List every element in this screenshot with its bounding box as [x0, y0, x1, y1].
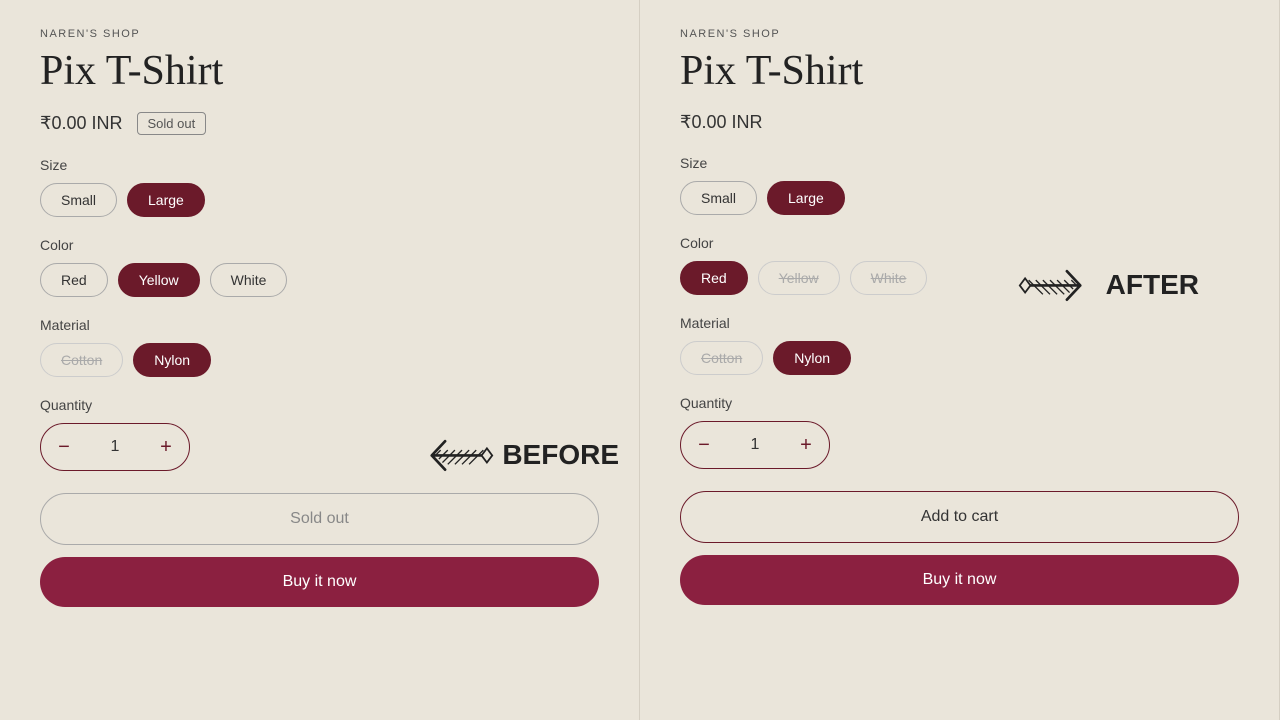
left-color-options: Red Yellow White [40, 263, 599, 297]
right-material-label: Material [680, 315, 1239, 331]
left-quantity-control: − 1 + [40, 423, 190, 471]
left-qty-plus[interactable]: + [143, 424, 189, 470]
right-shop-name: NAREN'S SHOP [680, 28, 1239, 40]
right-size-small[interactable]: Small [680, 181, 757, 215]
right-add-cart-button[interactable]: Add to cart [680, 491, 1239, 543]
left-material-nylon[interactable]: Nylon [133, 343, 211, 377]
right-material-options: Cotton Nylon [680, 341, 1239, 375]
left-shop-name: NAREN'S SHOP [40, 28, 599, 40]
left-quantity-section: Quantity − 1 + [40, 397, 599, 471]
right-material-nylon[interactable]: Nylon [773, 341, 851, 375]
right-price-row: ₹0.00 INR [680, 112, 1239, 133]
right-qty-plus[interactable]: + [783, 422, 829, 468]
left-color-white[interactable]: White [210, 263, 288, 297]
left-material-options: Cotton Nylon [40, 343, 599, 377]
right-qty-value: 1 [727, 436, 783, 454]
right-color-white[interactable]: White [850, 261, 928, 295]
right-price: ₹0.00 INR [680, 112, 763, 133]
right-quantity-label: Quantity [680, 395, 1239, 411]
left-size-options: Small Large [40, 183, 599, 217]
left-size-large[interactable]: Large [127, 183, 205, 217]
right-material-cotton[interactable]: Cotton [680, 341, 763, 375]
right-size-label: Size [680, 155, 1239, 171]
right-quantity-control: − 1 + [680, 421, 830, 469]
right-panel: NAREN'S SHOP Pix T-Shirt ₹0.00 INR Size … [640, 0, 1280, 720]
left-panel: NAREN'S SHOP Pix T-Shirt ₹0.00 INR Sold … [0, 0, 640, 720]
left-color-red[interactable]: Red [40, 263, 108, 297]
right-color-label: Color [680, 235, 1239, 251]
left-size-small[interactable]: Small [40, 183, 117, 217]
left-sold-out-badge: Sold out [137, 112, 207, 135]
left-qty-minus[interactable]: − [41, 424, 87, 470]
right-color-red[interactable]: Red [680, 261, 748, 295]
left-qty-value: 1 [87, 438, 143, 456]
left-color-label: Color [40, 237, 599, 253]
right-size-options: Small Large [680, 181, 1239, 215]
left-color-yellow[interactable]: Yellow [118, 263, 200, 297]
left-material-label: Material [40, 317, 599, 333]
right-buy-now-button[interactable]: Buy it now [680, 555, 1239, 605]
left-buy-now-button[interactable]: Buy it now [40, 557, 599, 607]
left-size-label: Size [40, 157, 599, 173]
right-quantity-section: Quantity − 1 + [680, 395, 1239, 469]
left-quantity-label: Quantity [40, 397, 599, 413]
left-material-cotton[interactable]: Cotton [40, 343, 123, 377]
left-price-row: ₹0.00 INR Sold out [40, 112, 599, 135]
right-product-title: Pix T-Shirt [680, 48, 1239, 94]
right-color-yellow[interactable]: Yellow [758, 261, 840, 295]
right-size-large[interactable]: Large [767, 181, 845, 215]
right-qty-minus[interactable]: − [681, 422, 727, 468]
left-product-title: Pix T-Shirt [40, 48, 599, 94]
right-color-options: Red Yellow White [680, 261, 1239, 295]
left-sold-out-button[interactable]: Sold out [40, 493, 599, 545]
left-price: ₹0.00 INR [40, 113, 123, 134]
